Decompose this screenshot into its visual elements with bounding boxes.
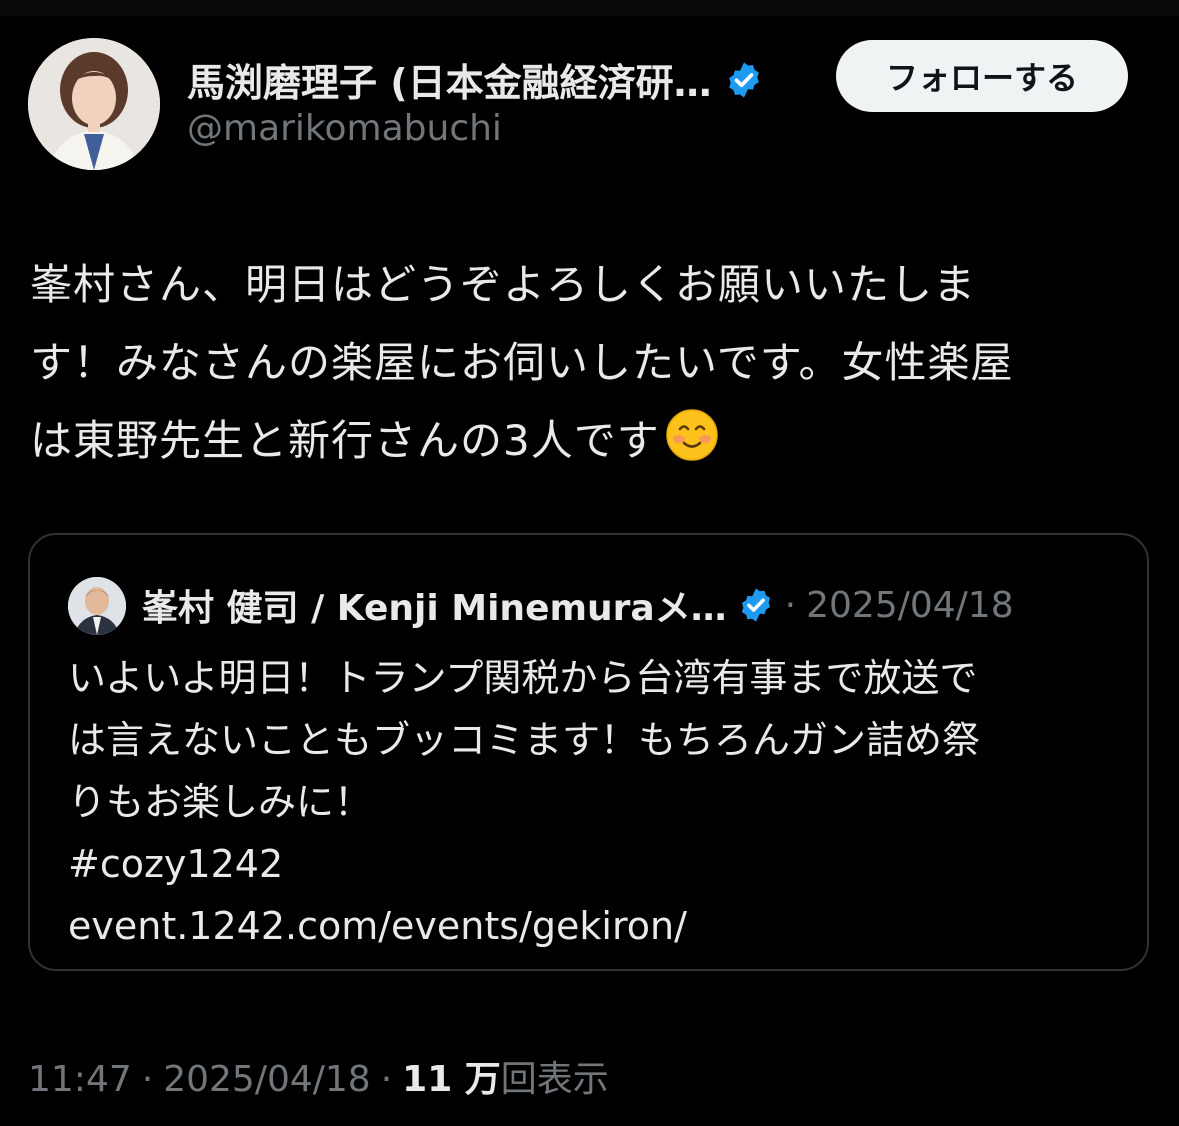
author-handle[interactable]: @marikomabuchi bbox=[187, 108, 502, 149]
author-avatar-image bbox=[28, 38, 160, 170]
quoted-author-avatar[interactable] bbox=[68, 577, 126, 635]
quoted-date: 2025/04/18 bbox=[806, 584, 1014, 626]
top-bar bbox=[0, 0, 1179, 16]
smiling-face-emoji-icon bbox=[664, 407, 720, 463]
author-name[interactable]: 馬渕磨理子 (日本金融経済研… bbox=[187, 52, 712, 107]
quoted-author-name[interactable]: 峯村 健司 / Kenji Minemuraメ… bbox=[142, 579, 727, 631]
quoted-author-avatar-image bbox=[68, 577, 126, 635]
quoted-tweet-card[interactable]: 峯村 健司 / Kenji Minemuraメ… · 2025/04/18 いよ… bbox=[28, 533, 1149, 971]
meta-separator: · bbox=[141, 1059, 154, 1100]
quoted-verified-badge-icon bbox=[737, 586, 775, 624]
follow-button[interactable]: フォローする bbox=[836, 40, 1128, 112]
quoted-header: 峯村 健司 / Kenji Minemuraメ… · 2025/04/18 bbox=[142, 579, 1014, 631]
tweet-text-content: 峯村さん、明日はどうぞよろしくお願いいたしま す！みなさんの楽屋にお伺いしたいで… bbox=[30, 260, 1014, 465]
tweet-text: 峯村さん、明日はどうぞよろしくお願いいたしま す！みなさんの楽屋にお伺いしたいで… bbox=[30, 246, 1150, 480]
tweet-time[interactable]: 11:47 bbox=[28, 1059, 132, 1100]
author-avatar[interactable] bbox=[28, 38, 160, 170]
author-name-row[interactable]: 馬渕磨理子 (日本金融経済研… bbox=[187, 52, 764, 107]
quoted-separator: · bbox=[784, 584, 797, 626]
views-label: 回表示 bbox=[500, 1059, 609, 1100]
tweet-meta: 11:47 · 2025/04/18 · 11 万回表示 bbox=[28, 1050, 609, 1102]
tweet-date[interactable]: 2025/04/18 bbox=[163, 1059, 371, 1100]
meta-separator: · bbox=[380, 1059, 393, 1100]
quoted-tweet-text: いよいよ明日！トランプ関税から台湾有事まで放送で は言えないこともブッコミます！… bbox=[68, 656, 981, 948]
views-count: 11 万 bbox=[402, 1059, 501, 1100]
verified-badge-icon bbox=[724, 60, 764, 100]
